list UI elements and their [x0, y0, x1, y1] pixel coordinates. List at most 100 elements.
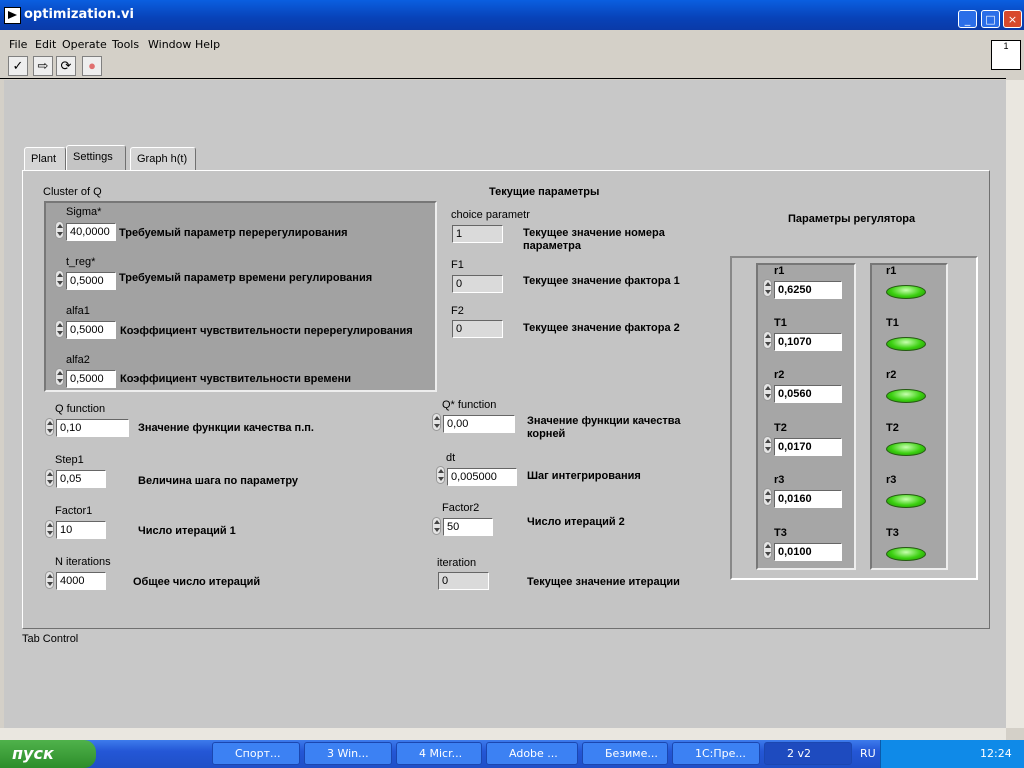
regulator-param-field[interactable]: 0,0560 [774, 385, 842, 403]
regulator-params-array [756, 263, 856, 570]
alfa2-label: Коэффициент чувствительности времени [120, 373, 352, 385]
iteration-indicator: 0 [438, 572, 489, 590]
alfa1-spinner[interactable] [55, 320, 64, 338]
choice-caption: choice parametr [451, 209, 530, 221]
clock: 12:24 [980, 747, 1012, 760]
start-label: пуск [12, 744, 54, 763]
tab-control-label: Tab Control [22, 633, 79, 645]
taskbar-task[interactable]: Безиме... [582, 742, 668, 765]
sigma-spinner[interactable] [55, 221, 64, 239]
current-params-title: Текущие параметры [489, 186, 600, 198]
factor2-field[interactable]: 50 [443, 518, 493, 536]
factor1-label: Число итераций 1 [138, 525, 236, 537]
regulator-title: Параметры регулятора [788, 213, 916, 225]
run-continuously-button[interactable]: ⇨ [33, 56, 53, 76]
taskbar-task[interactable]: 2 v2 [764, 742, 852, 765]
treg-field[interactable]: 0,5000 [66, 272, 116, 290]
close-button[interactable]: × [1003, 10, 1022, 28]
factor1-field[interactable]: 10 [56, 521, 106, 539]
alfa2-field[interactable]: 0,5000 [66, 370, 116, 388]
step1-caption: Step1 [55, 454, 84, 466]
regulator-led-indicator[interactable] [886, 389, 926, 403]
treg-spinner[interactable] [55, 270, 64, 288]
tab-graph[interactable]: Graph h(t) [130, 147, 196, 170]
taskbar-task[interactable]: Спорт... [212, 742, 300, 765]
regulator-param-field[interactable]: 0,0170 [774, 438, 842, 456]
choice-indicator: 1 [452, 225, 503, 243]
dt-caption: dt [446, 452, 456, 464]
taskbar-task[interactable]: Adobe ... [486, 742, 578, 765]
regulator-led-caption: T2 [886, 422, 899, 434]
maximize-button[interactable]: □ [981, 10, 1000, 28]
regulator-param-field[interactable]: 0,6250 [774, 281, 842, 299]
sigma-field[interactable]: 40,0000 [66, 223, 116, 241]
menu-help[interactable]: Help [195, 38, 220, 51]
qstar-caption: Q* function [442, 399, 497, 411]
menu-window[interactable]: Window [148, 38, 191, 51]
start-button[interactable]: пуск [0, 740, 96, 768]
regulator-param-spinner[interactable] [763, 279, 772, 297]
title-bar [0, 0, 1024, 30]
f1-caption: F1 [451, 259, 464, 271]
toolbar-divider [0, 78, 1006, 79]
qfunc-spinner[interactable] [45, 418, 54, 436]
regulator-param-field[interactable]: 0,1070 [774, 333, 842, 351]
regulator-led-indicator[interactable] [886, 285, 926, 299]
tab-settings[interactable]: Settings [66, 145, 126, 170]
abort-button[interactable]: ● [82, 56, 102, 76]
regulator-param-spinner[interactable] [763, 488, 772, 506]
factor2-spinner[interactable] [432, 517, 441, 535]
labview-vi-icon[interactable] [4, 7, 21, 24]
vertical-scrollbar[interactable] [1006, 80, 1024, 728]
regulator-param-field[interactable]: 0,0160 [774, 490, 842, 508]
menu-operate[interactable]: Operate [62, 38, 107, 51]
factor2-caption: Factor2 [442, 502, 480, 514]
regulator-param-spinner[interactable] [763, 541, 772, 559]
menu-tools[interactable]: Tools [112, 38, 139, 51]
minimize-button[interactable]: _ [958, 10, 977, 28]
taskbar-task[interactable]: 4 Micr... [396, 742, 482, 765]
run-button[interactable]: ✓ [8, 56, 28, 76]
factor1-caption: Factor1 [55, 505, 93, 517]
qfunc-label: Значение функции качества п.п. [138, 422, 314, 434]
qstar-spinner[interactable] [432, 413, 441, 431]
step-button[interactable]: ⟳ [56, 56, 76, 76]
tab-plant[interactable]: Plant [24, 147, 66, 170]
iteration-label: Текущее значение итерации [527, 576, 680, 588]
alfa2-spinner[interactable] [55, 368, 64, 386]
f2-label: Текущее значение фактора 2 [523, 322, 680, 334]
taskbar-task[interactable]: 3 Win... [304, 742, 392, 765]
taskbar-task[interactable]: 1С:Пре... [672, 742, 760, 765]
regulator-param-spinner[interactable] [763, 436, 772, 454]
step1-field[interactable]: 0,05 [56, 470, 106, 488]
regulator-led-indicator[interactable] [886, 547, 926, 561]
regulator-led-indicator[interactable] [886, 337, 926, 351]
dt-spinner[interactable] [436, 466, 445, 484]
menu-file[interactable]: File [9, 38, 27, 51]
step1-label: Величина шага по параметру [138, 475, 299, 487]
menu-bar: File Edit Operate Tools Window Help [0, 36, 1024, 54]
language-indicator[interactable]: RU [860, 747, 876, 760]
sigma-label: Требуемый параметр перерегулирования [119, 227, 348, 239]
window-title: optimization.vi [24, 7, 134, 22]
qfunc-field[interactable]: 0,10 [56, 419, 129, 437]
alfa1-field[interactable]: 0,5000 [66, 321, 116, 339]
regulator-led-indicator[interactable] [886, 494, 926, 508]
regulator-led-indicator[interactable] [886, 442, 926, 456]
regulator-leds-array [870, 263, 948, 570]
regulator-param-caption: T3 [774, 527, 787, 539]
regulator-param-caption: r2 [774, 369, 785, 381]
niter-field[interactable]: 4000 [56, 572, 106, 590]
step1-spinner[interactable] [45, 469, 54, 487]
qstar-field[interactable]: 0,00 [443, 415, 515, 433]
regulator-led-caption: T3 [886, 527, 899, 539]
regulator-param-spinner[interactable] [763, 331, 772, 349]
dt-field[interactable]: 0,005000 [447, 468, 517, 486]
regulator-param-field[interactable]: 0,0100 [774, 543, 842, 561]
vi-connector-icon[interactable]: 1 [991, 40, 1021, 70]
regulator-param-spinner[interactable] [763, 383, 772, 401]
menu-edit[interactable]: Edit [35, 38, 56, 51]
niter-spinner[interactable] [45, 571, 54, 589]
factor1-spinner[interactable] [45, 520, 54, 538]
horizontal-scrollbar[interactable] [0, 728, 1006, 740]
